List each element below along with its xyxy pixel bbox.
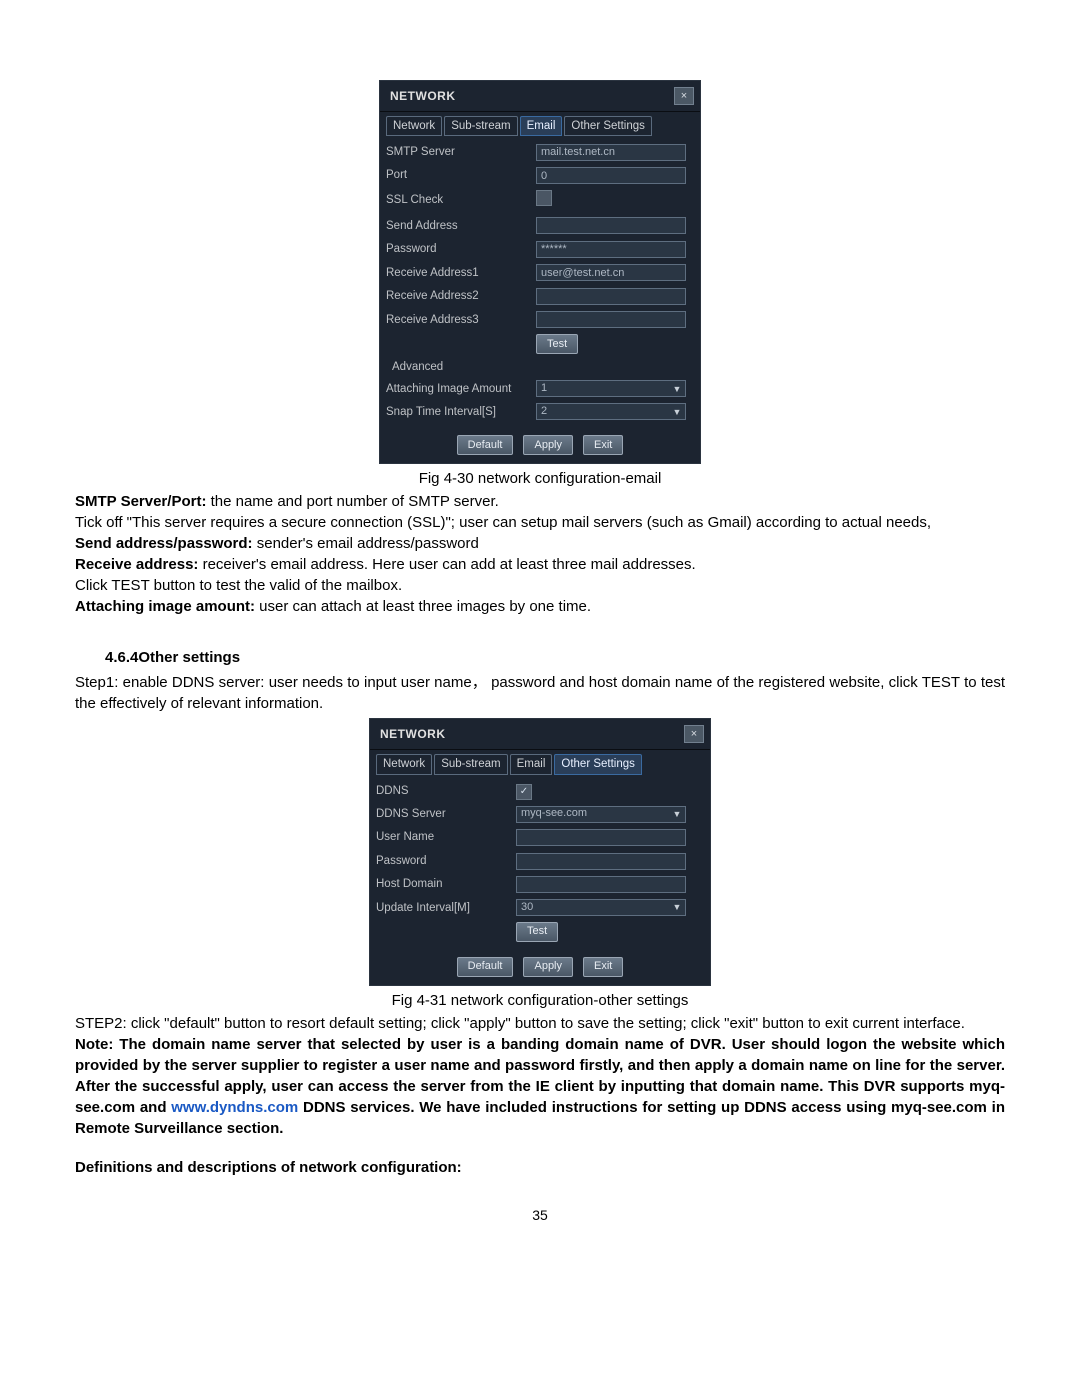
exit-button[interactable]: Exit	[583, 435, 623, 455]
ddns-server-value: myq-see.com	[521, 806, 587, 821]
update-interval-label: Update Interval[M]	[376, 900, 516, 916]
ssl-note: Tick off "This server requires a secure …	[75, 512, 1005, 533]
snap-interval-select[interactable]: 2▼	[536, 403, 686, 420]
tab-network[interactable]: Network	[386, 116, 442, 136]
attach-desc: user can attach at least three images by…	[255, 598, 591, 615]
smtp-server-label: SMTP Server	[386, 144, 536, 160]
ssl-check-label: SSL Check	[386, 192, 536, 208]
send-address-label: Send Address	[386, 218, 536, 234]
receive1-label: Receive Address1	[386, 265, 536, 281]
receive3-input[interactable]	[536, 311, 686, 328]
host-domain-input[interactable]	[516, 876, 686, 893]
apply-button[interactable]: Apply	[523, 435, 573, 455]
smtp-port-head: SMTP Server/Port:	[75, 493, 206, 510]
receive-desc: receiver's email address. Here user can …	[198, 556, 695, 573]
tab-email[interactable]: Email	[520, 116, 563, 136]
smtp-server-input[interactable]	[536, 144, 686, 161]
tab-bar: Network Sub-stream Email Other Settings	[370, 750, 710, 774]
attaching-image-label: Attaching Image Amount	[386, 381, 536, 397]
section-heading: 4.6.4Other settings	[105, 647, 1005, 668]
update-interval-value: 30	[521, 900, 533, 915]
dialog-title: NETWORK	[380, 726, 446, 743]
network-dialog-email: NETWORK × Network Sub-stream Email Other…	[379, 80, 701, 464]
exit-button[interactable]: Exit	[583, 957, 623, 977]
send-address-input[interactable]	[536, 217, 686, 234]
receive-head: Receive address:	[75, 556, 198, 573]
ddns-checkbox[interactable]: ✓	[516, 784, 532, 800]
step1-text: Step1: enable DDNS server: user needs to…	[75, 672, 1005, 714]
ssl-checkbox[interactable]	[536, 190, 552, 206]
chevron-down-icon: ▼	[672, 901, 682, 914]
tab-substream[interactable]: Sub-stream	[434, 754, 507, 774]
tab-other-settings[interactable]: Other Settings	[564, 116, 652, 136]
advanced-label: Advanced	[386, 357, 694, 377]
send-pass-desc: sender's email address/password	[253, 535, 479, 552]
tab-bar: Network Sub-stream Email Other Settings	[380, 112, 700, 136]
figure-caption-2: Fig 4-31 network configuration-other set…	[75, 990, 1005, 1011]
default-button[interactable]: Default	[457, 957, 514, 977]
default-button[interactable]: Default	[457, 435, 514, 455]
user-name-input[interactable]	[516, 829, 686, 846]
dialog-titlebar: NETWORK ×	[370, 719, 710, 750]
smtp-port-desc: the name and port number of SMTP server.	[206, 493, 498, 510]
dialog-footer: Default Apply Exit	[370, 951, 710, 985]
chevron-down-icon: ▼	[672, 406, 682, 419]
user-name-label: User Name	[376, 829, 516, 845]
check-icon: ✓	[520, 787, 528, 797]
receive2-input[interactable]	[536, 288, 686, 305]
step2-text: STEP2: click "default" button to resort …	[75, 1013, 1005, 1034]
update-interval-select[interactable]: 30 ▼	[516, 899, 686, 916]
receive3-label: Receive Address3	[386, 312, 536, 328]
definitions-heading: Definitions and descriptions of network …	[75, 1157, 1005, 1178]
dialog-titlebar: NETWORK ×	[380, 81, 700, 112]
figure-caption-1: Fig 4-30 network configuration-email	[75, 468, 1005, 489]
test-button[interactable]: Test	[536, 334, 578, 354]
chevron-down-icon: ▼	[672, 383, 682, 396]
ddns-server-label: DDNS Server	[376, 806, 516, 822]
tab-substream[interactable]: Sub-stream	[444, 116, 517, 136]
ddns-label: DDNS	[376, 783, 516, 799]
snap-interval-label: Snap Time Interval[S]	[386, 404, 536, 420]
network-dialog-other: NETWORK × Network Sub-stream Email Other…	[369, 718, 711, 986]
attaching-image-value: 1	[541, 381, 547, 396]
dialog-footer: Default Apply Exit	[380, 429, 700, 463]
chevron-down-icon: ▼	[672, 808, 682, 821]
close-icon[interactable]: ×	[684, 725, 704, 743]
apply-button[interactable]: Apply	[523, 957, 573, 977]
attach-head: Attaching image amount:	[75, 598, 255, 615]
receive1-input[interactable]	[536, 264, 686, 281]
test-button[interactable]: Test	[516, 922, 558, 942]
page-number: 35	[75, 1206, 1005, 1226]
snap-interval-value: 2	[541, 404, 547, 419]
password-label: Password	[386, 241, 536, 257]
ddns-server-select[interactable]: myq-see.com ▼	[516, 806, 686, 823]
port-label: Port	[386, 167, 536, 183]
close-icon[interactable]: ×	[674, 87, 694, 105]
click-test-desc: Click TEST button to test the valid of t…	[75, 575, 1005, 596]
dyndns-link[interactable]: www.dyndns.com	[171, 1099, 298, 1116]
host-domain-label: Host Domain	[376, 876, 516, 892]
password2-input[interactable]	[516, 853, 686, 870]
tab-email[interactable]: Email	[510, 754, 553, 774]
note-text: Note: The domain name server that select…	[75, 1034, 1005, 1139]
password-label: Password	[376, 853, 516, 869]
receive2-label: Receive Address2	[386, 288, 536, 304]
port-input[interactable]	[536, 167, 686, 184]
password-input[interactable]	[536, 241, 686, 258]
attaching-image-select[interactable]: 1▼	[536, 380, 686, 397]
tab-network[interactable]: Network	[376, 754, 432, 774]
send-pass-head: Send address/password:	[75, 535, 253, 552]
tab-other-settings[interactable]: Other Settings	[554, 754, 642, 774]
dialog-title: NETWORK	[390, 88, 456, 105]
